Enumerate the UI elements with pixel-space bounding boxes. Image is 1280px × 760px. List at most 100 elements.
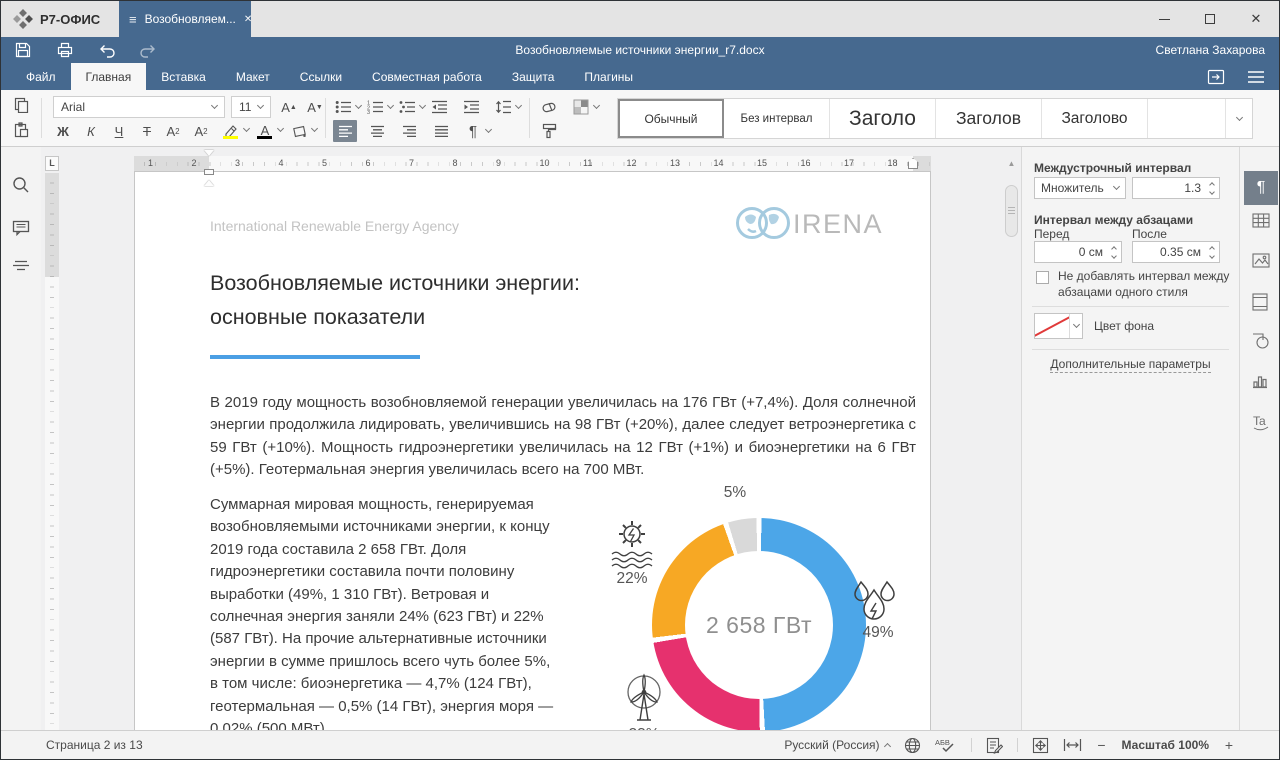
multilevel-list-icon[interactable] xyxy=(395,96,419,118)
document-page[interactable]: International Renewable Energy Agency IR… xyxy=(134,171,931,730)
tab-stop-selector[interactable]: L xyxy=(45,156,59,171)
vertical-scrollbar[interactable]: ▲ xyxy=(1003,147,1020,730)
font-color-icon[interactable]: A xyxy=(253,119,277,141)
fit-width-icon[interactable] xyxy=(1063,738,1082,752)
language-select[interactable]: Русский (Россия) xyxy=(784,738,889,752)
shading-dropdown[interactable] xyxy=(309,119,319,141)
highlight-dropdown[interactable] xyxy=(241,119,251,141)
clear-style-icon[interactable] xyxy=(537,96,561,118)
table-shading-dropdown[interactable] xyxy=(591,96,601,118)
align-left-button[interactable] xyxy=(333,120,357,142)
style-gallery-expand[interactable] xyxy=(1226,99,1252,138)
copy-icon[interactable] xyxy=(9,94,33,116)
decrease-indent-icon[interactable] xyxy=(427,96,451,118)
menu-tab-2[interactable]: Вставка xyxy=(146,63,221,90)
open-file-location-icon[interactable] xyxy=(1207,69,1225,85)
background-color-picker[interactable] xyxy=(1034,313,1083,339)
align-center-button[interactable] xyxy=(365,120,389,142)
close-button[interactable]: ✕ xyxy=(1233,1,1279,37)
menu-tab-1[interactable]: Главная xyxy=(71,63,147,90)
spacing-before-spinner[interactable]: 0 см xyxy=(1034,241,1122,263)
style-item-1[interactable]: Без интервал xyxy=(724,99,830,138)
spinner-arrows[interactable] xyxy=(1205,178,1219,198)
comments-icon[interactable] xyxy=(12,219,30,237)
spinner-arrows[interactable] xyxy=(1205,242,1219,262)
line-spacing-icon[interactable] xyxy=(491,96,515,118)
italic-button[interactable]: К xyxy=(79,120,103,142)
zoom-level[interactable]: Масштаб 100% xyxy=(1122,738,1209,752)
menu-tab-7[interactable]: Плагины xyxy=(569,63,648,90)
superscript-button[interactable]: A2 xyxy=(161,120,185,142)
line-spacing-dropdown[interactable] xyxy=(513,96,523,118)
strikethrough-button[interactable]: Ŧ xyxy=(135,120,159,142)
numbered-list-dropdown[interactable] xyxy=(385,96,395,118)
horizontal-ruler[interactable]: 123456789101112131415161718 xyxy=(134,156,931,171)
energy-donut-chart[interactable]: 2 658 ГВт 5% 22% xyxy=(590,484,935,730)
tab-menu-icon[interactable]: ≡ xyxy=(129,12,137,27)
fit-page-icon[interactable] xyxy=(1032,737,1049,754)
chart-settings-icon[interactable] xyxy=(1252,373,1270,391)
line-spacing-type-select[interactable]: Множитель xyxy=(1034,177,1126,199)
paragraph-marks-dropdown[interactable] xyxy=(483,120,493,142)
align-right-button[interactable] xyxy=(397,120,421,142)
decrease-font-icon[interactable]: A▼ xyxy=(303,96,327,118)
language-globe-icon[interactable] xyxy=(904,737,921,754)
spellcheck-icon[interactable]: АБВ xyxy=(935,737,957,753)
numbered-list-icon[interactable]: 123 xyxy=(363,96,387,118)
undo-icon[interactable] xyxy=(98,41,116,59)
vertical-ruler[interactable] xyxy=(45,173,59,730)
page-indicator[interactable]: Страница 2 из 13 xyxy=(46,731,143,759)
headers-footers-icon[interactable] xyxy=(1252,293,1270,311)
highlight-color-icon[interactable] xyxy=(219,119,243,141)
minimize-button[interactable] xyxy=(1141,1,1187,37)
shape-settings-icon[interactable] xyxy=(1252,333,1270,351)
maximize-button[interactable] xyxy=(1187,1,1233,37)
hamburger-icon[interactable] xyxy=(1247,70,1265,84)
increase-indent-icon[interactable] xyxy=(459,96,483,118)
paragraph-marks-button[interactable]: ¶ xyxy=(461,120,485,142)
table-settings-icon[interactable] xyxy=(1252,213,1270,231)
multilevel-list-dropdown[interactable] xyxy=(417,96,427,118)
bullet-list-dropdown[interactable] xyxy=(353,96,363,118)
justify-button[interactable] xyxy=(429,120,453,142)
zoom-out-button[interactable]: − xyxy=(1096,737,1108,753)
paragraph-settings-icon[interactable]: ¶ xyxy=(1244,171,1278,205)
search-icon[interactable] xyxy=(12,176,30,194)
save-icon[interactable] xyxy=(14,41,32,59)
font-size-select[interactable]: 11 xyxy=(231,96,271,118)
style-item-4[interactable]: Заголово xyxy=(1042,99,1148,138)
scrollbar-thumb[interactable] xyxy=(1005,185,1018,237)
spinner-arrows[interactable] xyxy=(1107,242,1121,262)
underline-button[interactable]: Ч xyxy=(107,120,131,142)
no-interval-checkbox[interactable] xyxy=(1036,271,1049,284)
style-item-0[interactable]: Обычный xyxy=(618,99,724,138)
document-header-text[interactable]: International Renewable Energy Agency xyxy=(210,218,459,234)
table-shading-icon[interactable] xyxy=(569,96,593,118)
copy-style-icon[interactable] xyxy=(537,120,561,142)
scroll-up-arrow-icon[interactable]: ▲ xyxy=(1003,156,1020,171)
paragraph-2[interactable]: Суммарная мировая мощность, генерируемая… xyxy=(210,494,562,730)
image-settings-icon[interactable] xyxy=(1252,253,1270,271)
left-indent-marker[interactable] xyxy=(204,169,214,175)
shading-icon[interactable] xyxy=(287,119,311,141)
line-spacing-value-spinner[interactable]: 1.3 xyxy=(1132,177,1220,199)
style-item-2[interactable]: Заголо xyxy=(830,99,936,138)
navigation-icon[interactable] xyxy=(12,259,30,277)
font-color-dropdown[interactable] xyxy=(275,119,285,141)
bullet-list-icon[interactable] xyxy=(331,96,355,118)
menu-tab-4[interactable]: Ссылки xyxy=(285,63,357,90)
style-item-3[interactable]: Заголов xyxy=(936,99,1042,138)
spacing-after-spinner[interactable]: 0.35 см xyxy=(1132,241,1220,263)
print-icon[interactable] xyxy=(56,41,74,59)
textart-settings-icon[interactable]: Ta xyxy=(1252,413,1270,431)
font-name-select[interactable]: Arial xyxy=(53,96,225,118)
document-tab[interactable]: ≡ Возобновляем... ✕ xyxy=(119,1,251,37)
document-title-heading[interactable]: Возобновляемые источники энергии: основн… xyxy=(210,266,580,334)
menu-tab-5[interactable]: Совместная работа xyxy=(357,63,497,90)
redo-icon[interactable] xyxy=(138,41,156,59)
advanced-settings-link[interactable]: Дополнительные параметры xyxy=(1022,357,1239,371)
paste-icon[interactable] xyxy=(9,119,33,141)
increase-font-icon[interactable]: A▲ xyxy=(277,96,301,118)
paragraph-1[interactable]: В 2019 году мощность возобновляемой гене… xyxy=(210,392,916,482)
tab-close-icon[interactable]: ✕ xyxy=(244,14,252,25)
